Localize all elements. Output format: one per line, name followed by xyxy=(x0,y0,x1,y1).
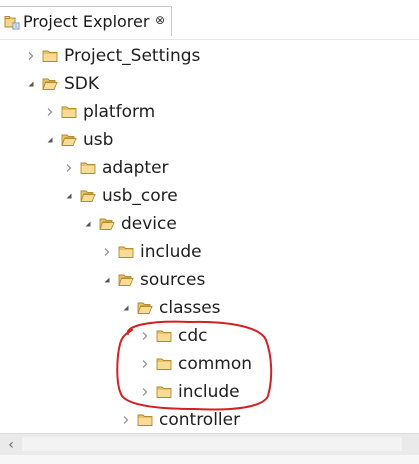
project-explorer-icon xyxy=(4,16,20,30)
tree-item-device[interactable]: device xyxy=(83,210,177,238)
collapsed-arrow-icon[interactable] xyxy=(26,51,36,61)
collapsed-arrow-icon[interactable] xyxy=(140,387,150,397)
tree-item-label: sources xyxy=(140,270,206,290)
folder-icon xyxy=(156,330,172,342)
tree-item-adapter[interactable]: adapter xyxy=(64,154,169,182)
project-tree: Project_Settings SDK platform usb adapter usb… xyxy=(0,40,419,432)
folder-open-icon xyxy=(80,190,96,202)
tree-item-include[interactable]: include xyxy=(140,378,240,406)
collapsed-arrow-icon[interactable] xyxy=(121,415,131,425)
folder-icon xyxy=(118,246,134,258)
folder-icon xyxy=(156,386,172,398)
folder-icon xyxy=(156,358,172,370)
expanded-arrow-icon[interactable] xyxy=(102,275,112,285)
tree-item-platform[interactable]: platform xyxy=(45,98,155,126)
collapsed-arrow-icon[interactable] xyxy=(102,247,112,257)
folder-open-icon xyxy=(99,218,115,230)
folder-open-icon xyxy=(118,274,134,286)
tree-item-label: include xyxy=(178,382,240,402)
tree-item-usb[interactable]: usb xyxy=(45,126,113,154)
tree-item-label: platform xyxy=(83,102,156,122)
collapsed-arrow-icon[interactable] xyxy=(140,331,150,341)
bottom-edge xyxy=(0,455,419,464)
tree-item-include[interactable]: include xyxy=(102,238,202,266)
expanded-arrow-icon[interactable] xyxy=(26,79,36,89)
scroll-thumb[interactable] xyxy=(22,437,402,451)
tree-item-label: adapter xyxy=(102,158,169,178)
view-tab-strip: Project Explorer ⊗ xyxy=(0,0,419,40)
tree-item-label: usb_core xyxy=(102,186,178,206)
expanded-arrow-icon[interactable] xyxy=(83,219,93,229)
project-explorer-panel: Project Explorer ⊗ Project_Settings SDK pl… xyxy=(0,0,419,464)
tree-item-label: usb xyxy=(83,130,114,150)
tree-item-common[interactable]: common xyxy=(140,350,252,378)
tree-item-label: include xyxy=(140,242,202,262)
tree-item-sources[interactable]: sources xyxy=(102,266,205,294)
tree-item-label: controller xyxy=(159,410,241,430)
tree-item-project-settings[interactable]: Project_Settings xyxy=(26,42,200,70)
tree-item-controller[interactable]: controller xyxy=(121,406,240,432)
folder-open-icon xyxy=(61,134,77,146)
project-explorer-tab[interactable]: Project Explorer ⊗ xyxy=(0,6,172,36)
folder-icon xyxy=(137,414,153,426)
tree-item-label: Project_Settings xyxy=(64,46,201,66)
collapsed-arrow-icon[interactable] xyxy=(64,163,74,173)
collapsed-arrow-icon[interactable] xyxy=(45,107,55,117)
view-title: Project Explorer xyxy=(23,12,150,31)
expanded-arrow-icon[interactable] xyxy=(45,135,55,145)
folder-icon xyxy=(42,50,58,62)
horizontal-scrollbar[interactable]: ‹ xyxy=(0,433,419,455)
tree-item-cdc[interactable]: cdc xyxy=(140,322,207,350)
tree-item-label: cdc xyxy=(178,326,208,346)
close-icon[interactable]: ⊗ xyxy=(155,12,165,28)
tree-item-sdk[interactable]: SDK xyxy=(26,70,99,98)
tree-item-label: SDK xyxy=(64,74,100,94)
tree-item-classes[interactable]: classes xyxy=(121,294,221,322)
folder-icon xyxy=(80,162,96,174)
tree-item-usb-core[interactable]: usb_core xyxy=(64,182,178,210)
collapsed-arrow-icon[interactable] xyxy=(140,359,150,369)
expanded-arrow-icon[interactable] xyxy=(121,303,131,313)
folder-open-icon xyxy=(42,78,58,90)
tree-item-label: classes xyxy=(159,298,221,318)
tree-item-label: common xyxy=(178,354,253,374)
tree-item-label: device xyxy=(121,214,177,234)
expanded-arrow-icon[interactable] xyxy=(64,191,74,201)
scroll-left-arrow-icon[interactable]: ‹ xyxy=(0,434,22,455)
folder-icon xyxy=(61,106,77,118)
folder-open-icon xyxy=(137,302,153,314)
